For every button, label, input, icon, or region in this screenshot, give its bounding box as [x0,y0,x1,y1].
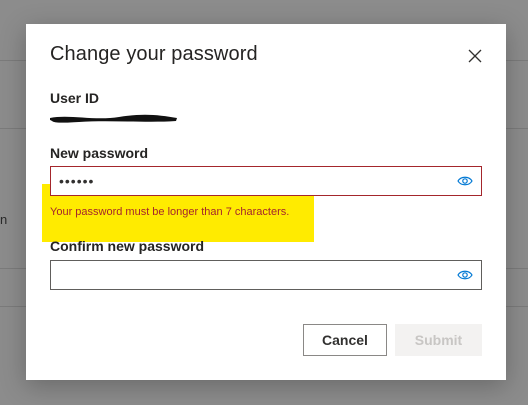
eye-icon [457,270,473,280]
dialog-title: Change your password [50,43,258,65]
close-icon [468,49,482,63]
reveal-confirm-password-button[interactable] [457,268,473,282]
confirm-password-input[interactable] [50,260,482,290]
new-password-value: •••••• [59,173,95,189]
reveal-password-button[interactable] [457,174,473,188]
eye-icon [457,176,473,186]
cancel-button[interactable]: Cancel [303,324,387,356]
password-error-message: Your password must be longer than 7 char… [50,206,290,218]
new-password-input[interactable]: •••••• [50,166,482,196]
background-text-fragment: n [0,212,8,227]
new-password-label: New password [50,145,149,161]
redacted-user-id [50,114,177,123]
close-button[interactable] [464,45,486,67]
user-id-label: User ID [50,90,100,106]
